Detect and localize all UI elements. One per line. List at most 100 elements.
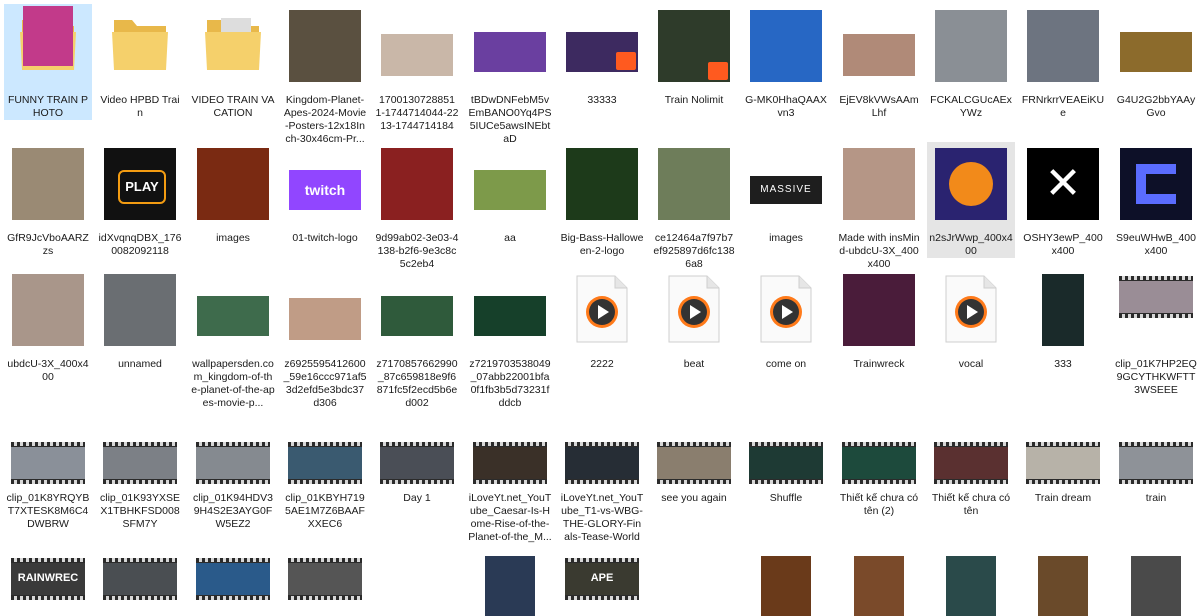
file-item[interactable]: ✕ OSHY3ewP_400x400 xyxy=(1019,142,1107,258)
film-perforation xyxy=(565,558,639,562)
image-preview: ✕ xyxy=(1027,148,1099,220)
file-item[interactable]: n2sJrWwp_400x400 xyxy=(927,142,1015,258)
file-item[interactable]: 33333 xyxy=(558,4,646,120)
video-frame: APE xyxy=(565,563,639,595)
file-item[interactable]: FCKALCGUcAExYWz xyxy=(927,4,1015,120)
file-item[interactable]: FRNrkrrVEAEiKUe xyxy=(1019,4,1107,120)
file-item[interactable]: Trainwreck xyxy=(835,268,923,384)
file-item[interactable]: clip_01KBYH7195AE1M7Z6BAAFXXEC6 xyxy=(281,434,369,544)
file-item[interactable]: Train Nolimit xyxy=(650,4,738,120)
file-item[interactable]: Made with insMind-ubdcU-3X_400x400 xyxy=(835,142,923,270)
file-item[interactable]: z7170857662990_87c659818e9f6871fc5f2ecd5… xyxy=(373,268,461,409)
file-item[interactable] xyxy=(1019,550,1107,616)
file-item[interactable]: ce12464a7f97b7ef925897d6fc1386a8 xyxy=(650,142,738,270)
file-name-label: Thiết kế chưa có tên (2) xyxy=(839,492,919,517)
file-item[interactable]: clip_01K8YRQYBT7XTESK8M6C4DWBRW xyxy=(4,434,92,544)
image-preview xyxy=(843,148,915,220)
file-item[interactable]: iLoveYt.net_YouTube_T1-vs-WBG-THE-GLORY-… xyxy=(558,434,646,544)
file-item[interactable]: come on xyxy=(742,268,830,384)
file-name-label: clip_01KBYH7195AE1M7Z6BAAFXXEC6 xyxy=(285,492,365,530)
file-item[interactable]: train xyxy=(1112,434,1199,544)
file-name-label: EjEV8kVWsAAmLhf xyxy=(839,94,919,119)
file-name-label: G4U2G2bbYAAyGvo xyxy=(1116,94,1196,119)
file-item[interactable]: tBDwDNFebM5vEmBANO0Yq4PS5IUCe5awsINEbtaD xyxy=(466,4,554,145)
image-preview xyxy=(23,6,73,66)
file-item[interactable] xyxy=(927,550,1015,616)
file-item[interactable]: S9euWHwB_400x400 xyxy=(1112,142,1199,258)
film-strip xyxy=(657,442,731,484)
file-item[interactable]: G-MK0HhaQAAXvn3 xyxy=(742,4,830,120)
file-item[interactable]: G4U2G2bbYAAyGvo xyxy=(1112,4,1199,120)
film-perforation xyxy=(934,480,1008,484)
file-item[interactable] xyxy=(96,550,184,610)
file-item[interactable]: images xyxy=(189,142,277,258)
frame-text: RAINWREC xyxy=(17,572,79,584)
file-item[interactable]: Thiết kế chưa có tên (2) xyxy=(835,434,923,544)
file-item[interactable]: Day 1 xyxy=(373,434,461,544)
file-name-label: Shuffle xyxy=(769,492,803,504)
image-preview xyxy=(12,274,84,346)
file-item[interactable]: clip_01K94HDV39H4S2E3AYG0FW5EZ2 xyxy=(189,434,277,544)
file-item[interactable]: beat xyxy=(650,268,738,384)
file-name-label: S9euWHwB_400x400 xyxy=(1116,232,1196,257)
film-strip xyxy=(565,442,639,484)
film-strip xyxy=(196,558,270,600)
video-frame xyxy=(1026,447,1100,479)
file-item[interactable]: Thiết kế chưa có tên xyxy=(927,434,1015,544)
file-item[interactable] xyxy=(4,0,92,116)
video-frame xyxy=(196,447,270,479)
thumbnail xyxy=(1120,148,1192,220)
image-preview xyxy=(1131,556,1181,616)
file-item[interactable] xyxy=(1112,550,1199,616)
film-strip: APE xyxy=(565,558,639,600)
file-item[interactable]: ubdcU-3X_400x400 xyxy=(4,268,92,384)
film-perforation xyxy=(1119,314,1193,318)
file-item[interactable]: z7219703538049_07abb22001bfa0f1fb3b5d732… xyxy=(466,268,554,409)
file-item[interactable]: Shuffle xyxy=(742,434,830,544)
file-item[interactable]: EjEV8kVWsAAmLhf xyxy=(835,4,923,120)
file-item[interactable]: iLoveYt.net_YouTube_Caesar-Is-Home-Rise-… xyxy=(466,434,554,544)
file-name-label: images xyxy=(769,232,803,244)
file-item[interactable] xyxy=(835,550,923,616)
file-item[interactable] xyxy=(189,550,277,610)
film-perforation xyxy=(473,480,547,484)
file-item[interactable]: 333 xyxy=(1019,268,1107,384)
thumbnail xyxy=(935,148,1007,220)
film-perforation xyxy=(934,442,1008,446)
file-item[interactable]: VIDEO TRAIN VACATION xyxy=(189,4,277,120)
file-item[interactable]: Kingdom-Planet-Apes-2024-Movie-Posters-1… xyxy=(281,4,369,145)
video-frame xyxy=(749,447,823,479)
file-item[interactable]: clip_01K7HP2EQ9GCYTHKWFTT3WSEEE xyxy=(1112,268,1199,396)
file-item[interactable]: unnamed xyxy=(96,268,184,384)
thumbnail xyxy=(843,148,915,220)
file-item[interactable]: clip_01K93YXSEX1TBHKFSD008SFM7Y xyxy=(96,434,184,544)
file-item[interactable]: vocal xyxy=(927,268,1015,384)
file-item[interactable] xyxy=(281,550,369,610)
file-item[interactable]: see you again xyxy=(650,434,738,544)
film-perforation xyxy=(196,442,270,446)
file-item[interactable]: Train dream xyxy=(1019,434,1107,544)
file-item[interactable]: GfR9JcVboAARZzs xyxy=(4,142,92,258)
file-item[interactable] xyxy=(466,550,554,616)
file-item[interactable]: MASSIVE images xyxy=(742,142,830,258)
file-item[interactable]: twitch 01-twitch-logo xyxy=(281,142,369,258)
video-frame xyxy=(473,447,547,479)
file-item[interactable]: 2222 xyxy=(558,268,646,384)
file-item[interactable]: RAINWREC xyxy=(4,550,92,610)
file-item[interactable]: Big-Bass-Halloween-2-logo xyxy=(558,142,646,258)
film-perforation xyxy=(657,442,731,446)
video-frame xyxy=(1119,281,1193,313)
file-name-label: Train dream xyxy=(1034,492,1092,504)
file-item[interactable]: wallpapersden.com_kingdom-of-the-planet-… xyxy=(189,268,277,409)
file-item[interactable]: 9d99ab02-3e03-4138-b2f6-9e3c8c5c2eb4 xyxy=(373,142,461,270)
file-item[interactable]: Video HPBD Train xyxy=(96,4,184,120)
file-item[interactable]: z6925595412600_59e16ccc971af53d2efd5e3bd… xyxy=(281,268,369,409)
file-item[interactable]: PLAY idXvqnqDBX_1760082092118 xyxy=(96,142,184,258)
file-item[interactable]: APE xyxy=(558,550,646,610)
file-name-label: clip_01K7HP2EQ9GCYTHKWFTT3WSEEE xyxy=(1115,358,1197,396)
file-item[interactable]: aa xyxy=(466,142,554,258)
play-logo-icon: PLAY xyxy=(118,170,166,204)
file-item[interactable] xyxy=(742,550,830,616)
file-name-label: z6925595412600_59e16ccc971af53d2efd5e3bd… xyxy=(283,358,367,409)
file-item[interactable]: 1700130728851 1-1744714044-2213-17447141… xyxy=(373,4,461,132)
